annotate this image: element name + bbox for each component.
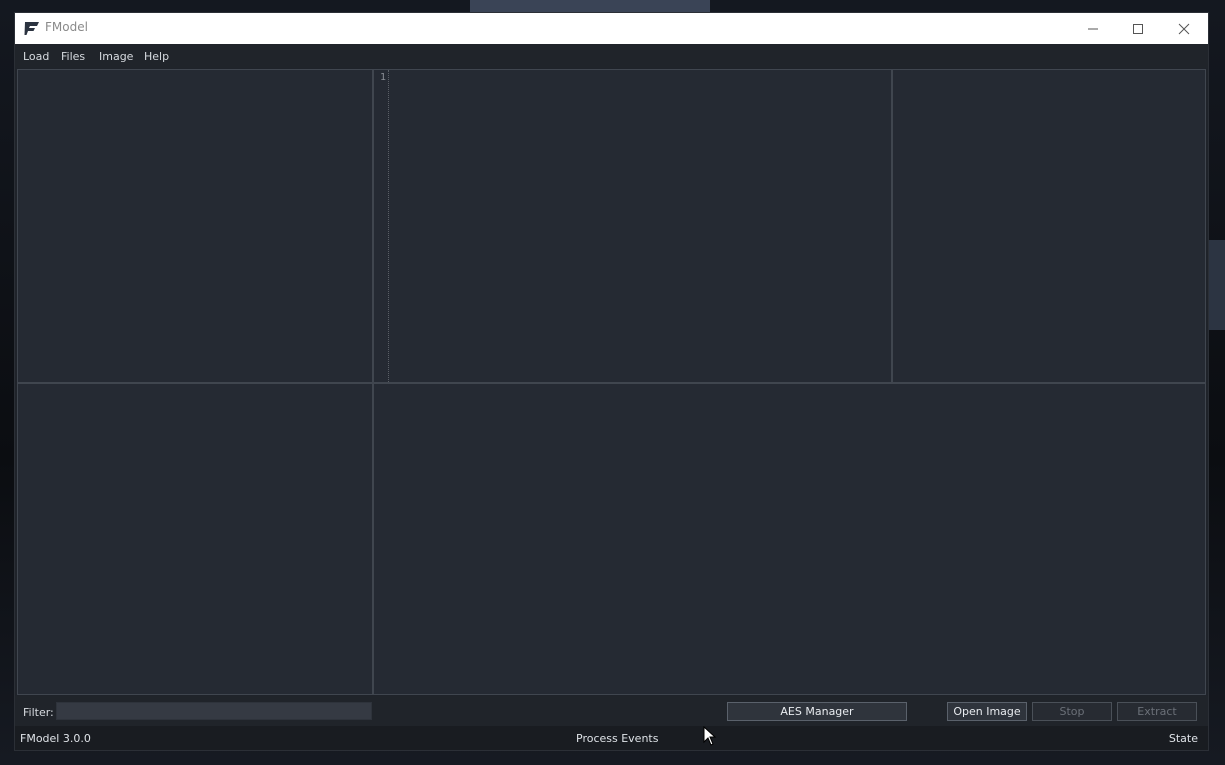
stop-button[interactable]: Stop — [1032, 702, 1112, 721]
fmodel-logo-icon — [24, 22, 39, 35]
bottom-toolbar: Filter: AES Manager Open Image Stop Extr… — [15, 696, 1208, 726]
maximize-button[interactable] — [1115, 13, 1161, 44]
menu-load[interactable]: Load — [23, 50, 49, 63]
editor-gutter: 1 — [374, 70, 389, 382]
menu-bar: Load Files Image Help — [15, 44, 1208, 68]
console-pane[interactable] — [373, 383, 1206, 695]
version-label: FModel 3.0.0 — [20, 732, 91, 745]
status-bar: FModel 3.0.0 Process Events State — [15, 726, 1208, 750]
filter-label: Filter: — [23, 706, 54, 719]
menu-files[interactable]: Files — [61, 50, 85, 63]
state-label: State — [1168, 732, 1198, 745]
open-image-button[interactable]: Open Image — [947, 702, 1027, 721]
extract-button[interactable]: Extract — [1117, 702, 1197, 721]
minimize-icon — [1088, 28, 1098, 29]
close-icon — [1178, 23, 1190, 34]
image-preview-pane[interactable] — [892, 69, 1206, 383]
minimize-button[interactable] — [1070, 13, 1116, 44]
process-events-label: Process Events — [576, 732, 659, 745]
close-button[interactable] — [1161, 13, 1207, 44]
line-number: 1 — [380, 72, 387, 83]
maximize-icon — [1133, 23, 1143, 34]
aes-manager-button[interactable]: AES Manager — [727, 702, 907, 721]
json-editor-pane[interactable]: 1 — [373, 69, 892, 383]
mouse-cursor-icon — [703, 726, 717, 746]
app-window: FModel Load Files Image Help 1 Filter: A… — [15, 13, 1208, 750]
desktop-background-detail — [1208, 240, 1225, 330]
menu-help[interactable]: Help — [144, 50, 169, 63]
title-bar[interactable]: FModel — [15, 13, 1208, 44]
desktop-background-detail — [470, 0, 710, 14]
menu-image[interactable]: Image — [99, 50, 133, 63]
filter-input[interactable] — [56, 702, 372, 720]
file-tree-pane[interactable] — [17, 69, 373, 383]
window-title: FModel — [45, 20, 88, 34]
asset-list-pane[interactable] — [17, 383, 373, 695]
